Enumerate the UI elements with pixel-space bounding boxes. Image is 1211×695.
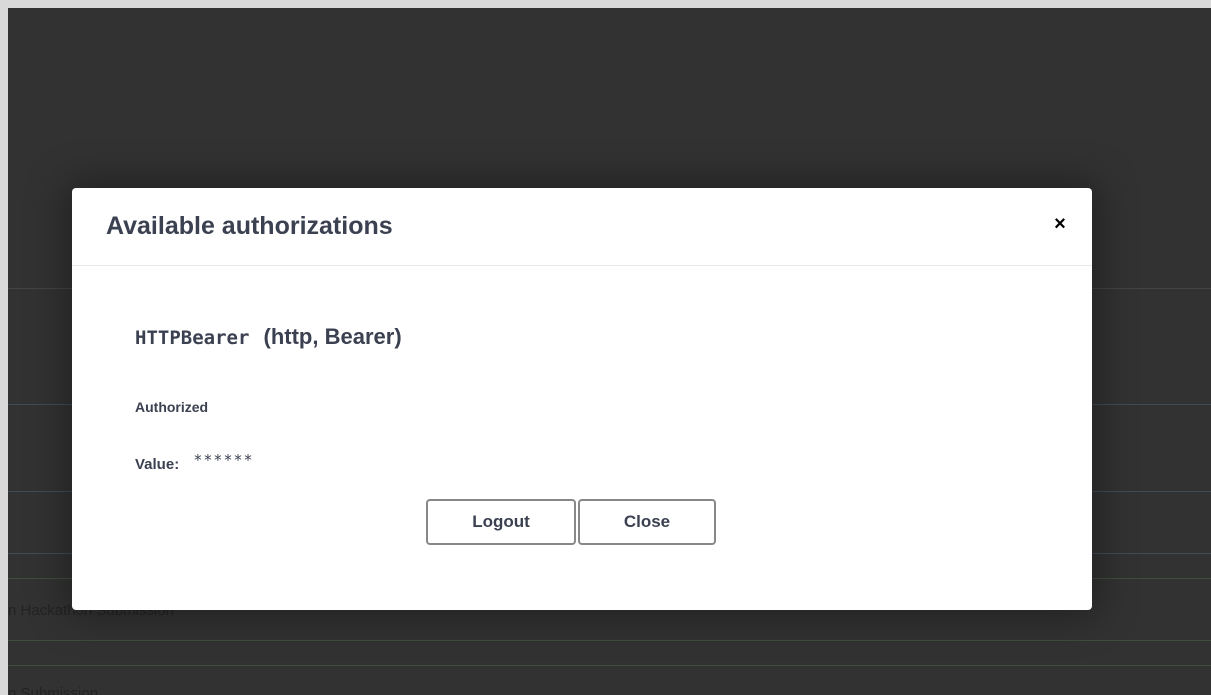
scheme-type: (http, Bearer) <box>263 324 402 349</box>
close-button[interactable]: Close <box>578 499 716 545</box>
token-value: ****** <box>193 451 254 469</box>
value-row: Value: ****** <box>135 451 254 473</box>
modal-header: Available authorizations × <box>72 188 1092 266</box>
auth-modal: Available authorizations × HTTPBearer (h… <box>72 188 1092 610</box>
scheme-title: HTTPBearer (http, Bearer) <box>135 324 402 350</box>
button-row: Logout Close <box>426 499 716 545</box>
auth-status: Authorized <box>135 399 209 415</box>
close-icon[interactable]: × <box>1052 214 1068 234</box>
logout-button[interactable]: Logout <box>426 499 576 545</box>
value-label: Value: <box>135 456 180 473</box>
scheme-name: HTTPBearer <box>135 327 250 349</box>
modal-title: Available authorizations <box>106 212 393 240</box>
